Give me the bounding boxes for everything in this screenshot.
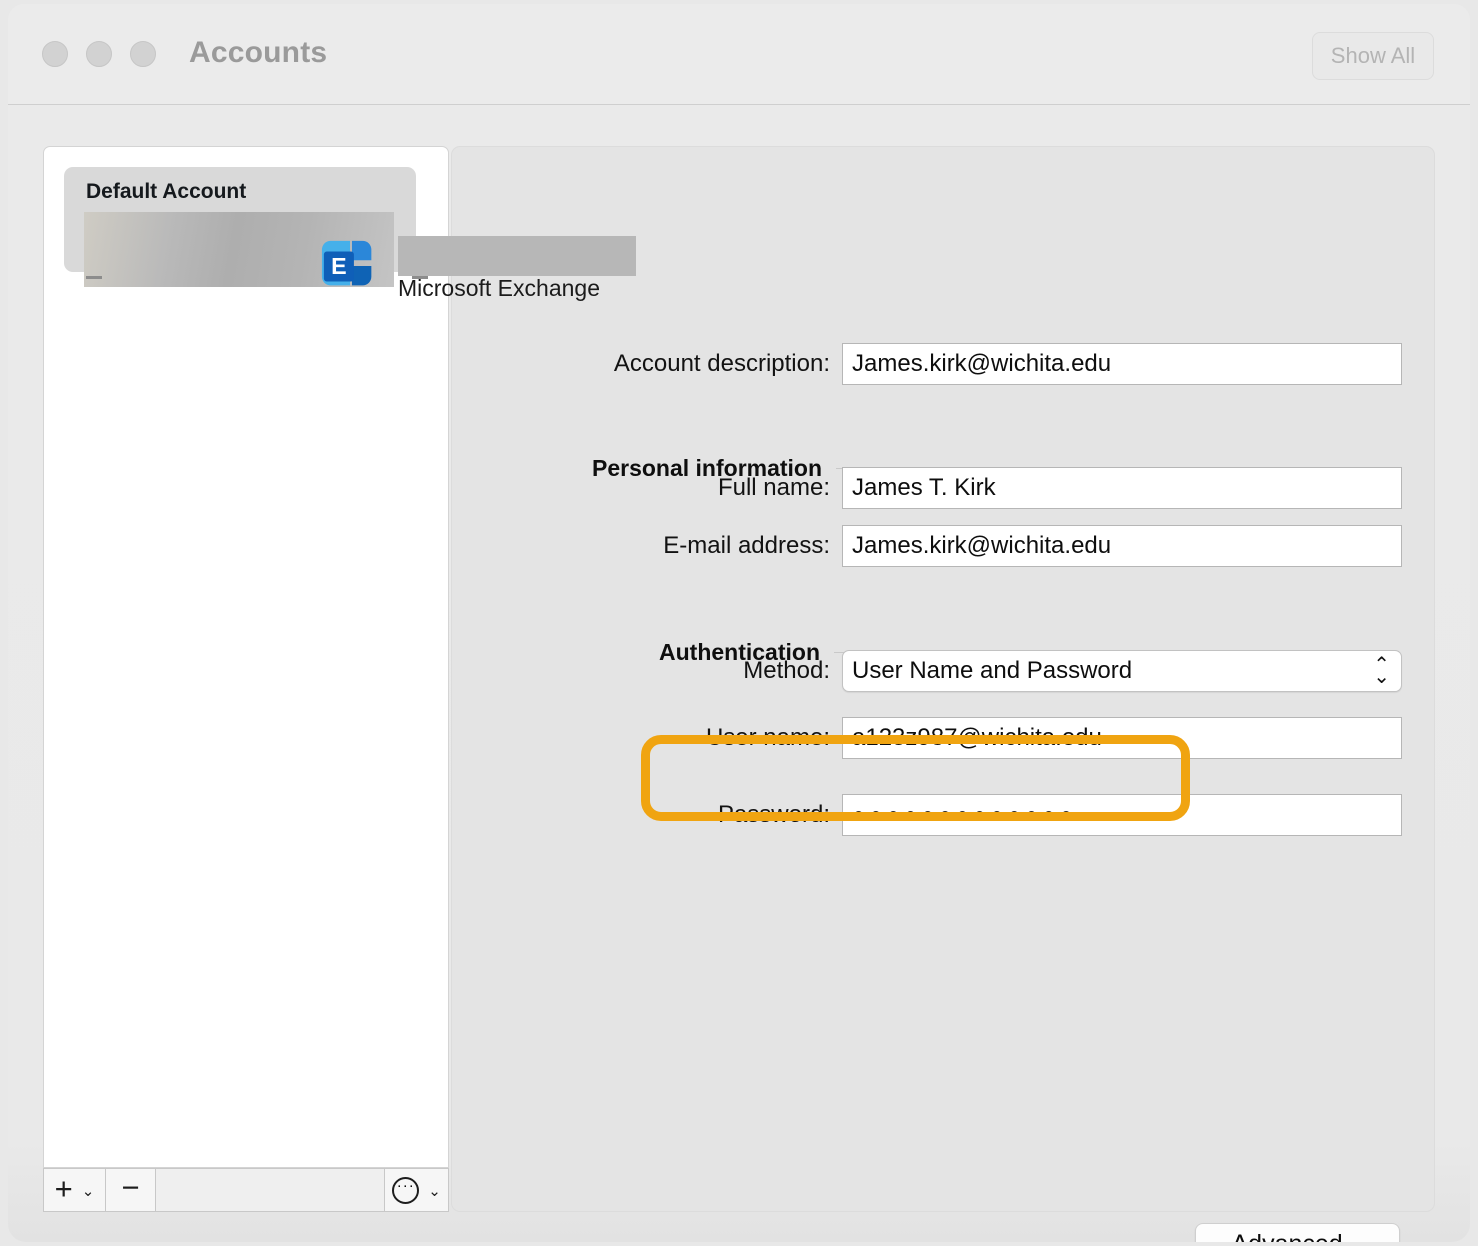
full-name-label: Full name: [717, 474, 830, 501]
traffic-lights [42, 41, 156, 67]
remove-account-button[interactable]: − [106, 1169, 156, 1211]
add-account-button[interactable]: + ⌄ [44, 1169, 106, 1211]
email-address-input[interactable]: James.kirk@wichita.edu [842, 525, 1402, 567]
chevron-updown-icon: ⌃ ⌄ [1373, 653, 1390, 688]
chevron-down-icon-actions: ⌄ [428, 1182, 441, 1200]
advanced-button[interactable]: Advanced... [1195, 1223, 1400, 1242]
auth-method-row: Method: User Name and Password ⌃ ⌄ [455, 650, 1402, 692]
accounts-list-toolbar: + ⌄ − ··· ⌄ [43, 1168, 449, 1212]
username-row: User name: a123z987@wichita.edu [455, 717, 1402, 759]
svg-text:E: E [331, 253, 347, 279]
account-description-label: Account description: [613, 350, 830, 377]
redaction-overlay-title [398, 236, 636, 276]
password-row: Password: ●●●●●●●●●●●●● [455, 794, 1402, 836]
full-name-input[interactable]: James T. Kirk [842, 467, 1402, 509]
window-content: Default Account + ⌄ − ··· ⌄ E Microsoft … [8, 105, 1470, 1242]
account-header: E @wichita.edu Microsoft Exchange [320, 235, 636, 302]
close-button[interactable] [42, 41, 68, 67]
auth-method-label: Method: [743, 657, 830, 684]
plus-icon: + [54, 1170, 73, 1206]
password-label: Password: [717, 801, 830, 828]
accounts-preferences-window: Accounts Show All Default Account + ⌄ − [8, 4, 1470, 1242]
account-description-row: Account description: James.kirk@wichita.… [455, 343, 1402, 385]
full-name-row: Full name: James T. Kirk [455, 467, 1402, 509]
minus-icon: − [121, 1169, 140, 1205]
account-description-input[interactable]: James.kirk@wichita.edu [842, 343, 1402, 385]
email-address-row: E-mail address: James.kirk@wichita.edu [455, 525, 1402, 567]
zoom-button[interactable] [130, 41, 156, 67]
microsoft-exchange-icon: E [321, 240, 372, 286]
ellipsis-circle-icon: ··· [392, 1176, 420, 1204]
account-actions-button[interactable]: ··· ⌄ [385, 1169, 448, 1211]
account-group-label: Default Account [86, 180, 247, 203]
show-all-button[interactable]: Show All [1312, 32, 1434, 80]
window-titlebar: Accounts Show All [8, 4, 1470, 105]
window-title: Accounts [189, 36, 328, 69]
minimize-button[interactable] [86, 41, 112, 67]
row-marker-left [86, 276, 102, 279]
chevron-down-icon: ⌄ [81, 1182, 95, 1200]
auth-method-select[interactable]: User Name and Password ⌃ ⌄ [842, 650, 1402, 692]
account-type-label: Microsoft Exchange [398, 274, 600, 301]
password-input[interactable]: ●●●●●●●●●●●●● [842, 794, 1402, 836]
auth-method-value: User Name and Password [852, 657, 1133, 684]
account-title-wrap: @wichita.edu Microsoft Exchange [398, 235, 636, 302]
username-label: User name: [705, 724, 830, 751]
email-address-label: E-mail address: [663, 532, 830, 559]
toolbar-spacer [156, 1169, 385, 1211]
username-input[interactable]: a123z987@wichita.edu [842, 717, 1402, 759]
